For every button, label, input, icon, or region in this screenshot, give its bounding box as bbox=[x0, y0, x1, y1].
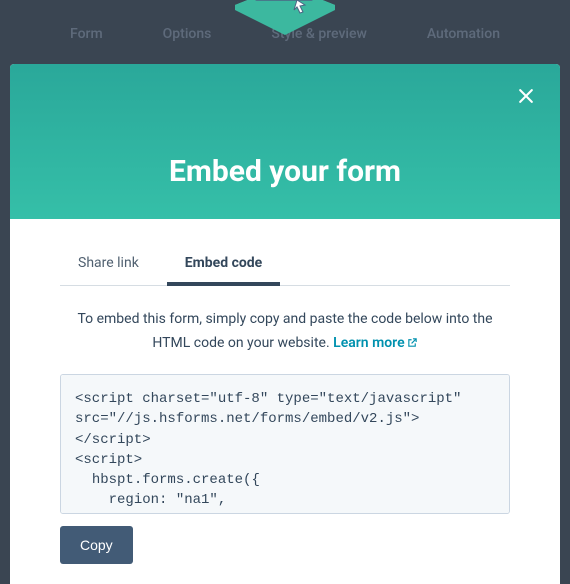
tabs: Share link Embed code bbox=[60, 247, 510, 286]
embed-form-modal: Embed your form Share link Embed code To… bbox=[10, 64, 560, 584]
modal-body: Share link Embed code To embed this form… bbox=[10, 219, 560, 584]
learn-more-label: Learn more bbox=[333, 335, 404, 351]
instructions-body: To embed this form, simply copy and past… bbox=[77, 311, 492, 351]
instructions-text: To embed this form, simply copy and past… bbox=[60, 308, 510, 356]
learn-more-link[interactable]: Learn more bbox=[333, 335, 417, 351]
copy-button[interactable]: Copy bbox=[60, 526, 133, 564]
embed-code-textarea[interactable]: <script charset="utf-8" type="text/javas… bbox=[60, 374, 510, 514]
modal-header: Embed your form bbox=[10, 64, 560, 219]
modal-title: Embed your form bbox=[169, 154, 401, 189]
external-link-icon bbox=[407, 337, 418, 348]
tab-share-link[interactable]: Share link bbox=[60, 247, 157, 285]
code-container: <script charset="utf-8" type="text/javas… bbox=[60, 374, 510, 514]
close-button[interactable] bbox=[514, 84, 538, 108]
close-icon bbox=[516, 86, 536, 106]
tab-embed-code[interactable]: Embed code bbox=[167, 247, 280, 285]
form-illustration-icon bbox=[225, 0, 345, 45]
